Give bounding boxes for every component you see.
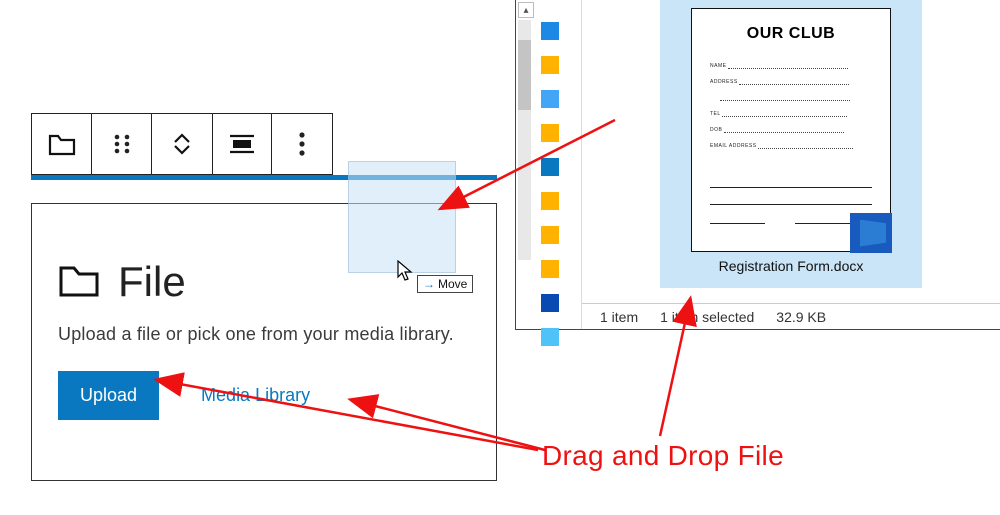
annotation-text: Drag and Drop File bbox=[542, 440, 784, 472]
file-explorer-window: ▴ OUR CLUB NAME ADDRESS TEL bbox=[515, 0, 1000, 330]
explorer-status-bar: 1 item 1 item selected 32.9 KB bbox=[582, 303, 1000, 329]
folder2-icon[interactable] bbox=[541, 90, 559, 108]
sidebar-scrollbar[interactable] bbox=[518, 20, 531, 260]
folder1-icon[interactable] bbox=[541, 56, 559, 74]
document-title: OUR CLUB bbox=[710, 25, 872, 43]
status-size: 32.9 KB bbox=[776, 309, 826, 325]
quickaccess-icon[interactable] bbox=[541, 22, 559, 40]
file-block-description: Upload a file or pick one from your medi… bbox=[58, 324, 470, 345]
file-block-title: File bbox=[118, 258, 186, 306]
arrow-right-icon: → bbox=[423, 277, 435, 291]
sidebar-icons bbox=[541, 22, 581, 346]
word-app-icon bbox=[850, 213, 892, 253]
folder4-icon[interactable] bbox=[541, 158, 559, 176]
folder3-icon[interactable] bbox=[541, 124, 559, 142]
drag-handle-icon[interactable] bbox=[92, 114, 152, 174]
status-items: 1 item bbox=[600, 309, 638, 325]
more-icon[interactable] bbox=[272, 114, 332, 174]
explorer-main[interactable]: OUR CLUB NAME ADDRESS TEL DOB EMAIL ADDR… bbox=[582, 0, 1000, 329]
folder6-icon[interactable] bbox=[541, 226, 559, 244]
block-toolbar bbox=[31, 113, 333, 175]
move-updown-icon[interactable] bbox=[152, 114, 212, 174]
drag-ghost bbox=[348, 161, 456, 273]
scroll-up-icon[interactable]: ▴ bbox=[518, 2, 534, 18]
status-selected: 1 item selected bbox=[660, 309, 754, 325]
file-block-actions: Upload Media Library bbox=[58, 371, 470, 420]
explorer-sidebar: ▴ bbox=[516, 0, 582, 329]
folder-icon[interactable] bbox=[32, 114, 92, 174]
file-name-label: Registration Form.docx bbox=[719, 258, 864, 274]
file-icon bbox=[58, 259, 100, 306]
folder5-icon[interactable] bbox=[541, 192, 559, 210]
move-tooltip: → Move bbox=[417, 275, 473, 293]
document-thumbnail: OUR CLUB NAME ADDRESS TEL DOB EMAIL ADDR… bbox=[691, 8, 891, 252]
upload-button[interactable]: Upload bbox=[58, 371, 159, 420]
thispc-icon[interactable] bbox=[541, 328, 559, 346]
media-library-link[interactable]: Media Library bbox=[201, 385, 310, 406]
align-icon[interactable] bbox=[212, 114, 272, 174]
folder7-icon[interactable] bbox=[541, 260, 559, 278]
document-form-preview: NAME ADDRESS TEL DOB EMAIL ADDRESS bbox=[710, 63, 872, 224]
onedrive-icon[interactable] bbox=[541, 294, 559, 312]
move-tooltip-label: Move bbox=[438, 277, 467, 291]
file-item-selected[interactable]: OUR CLUB NAME ADDRESS TEL DOB EMAIL ADDR… bbox=[660, 0, 922, 288]
